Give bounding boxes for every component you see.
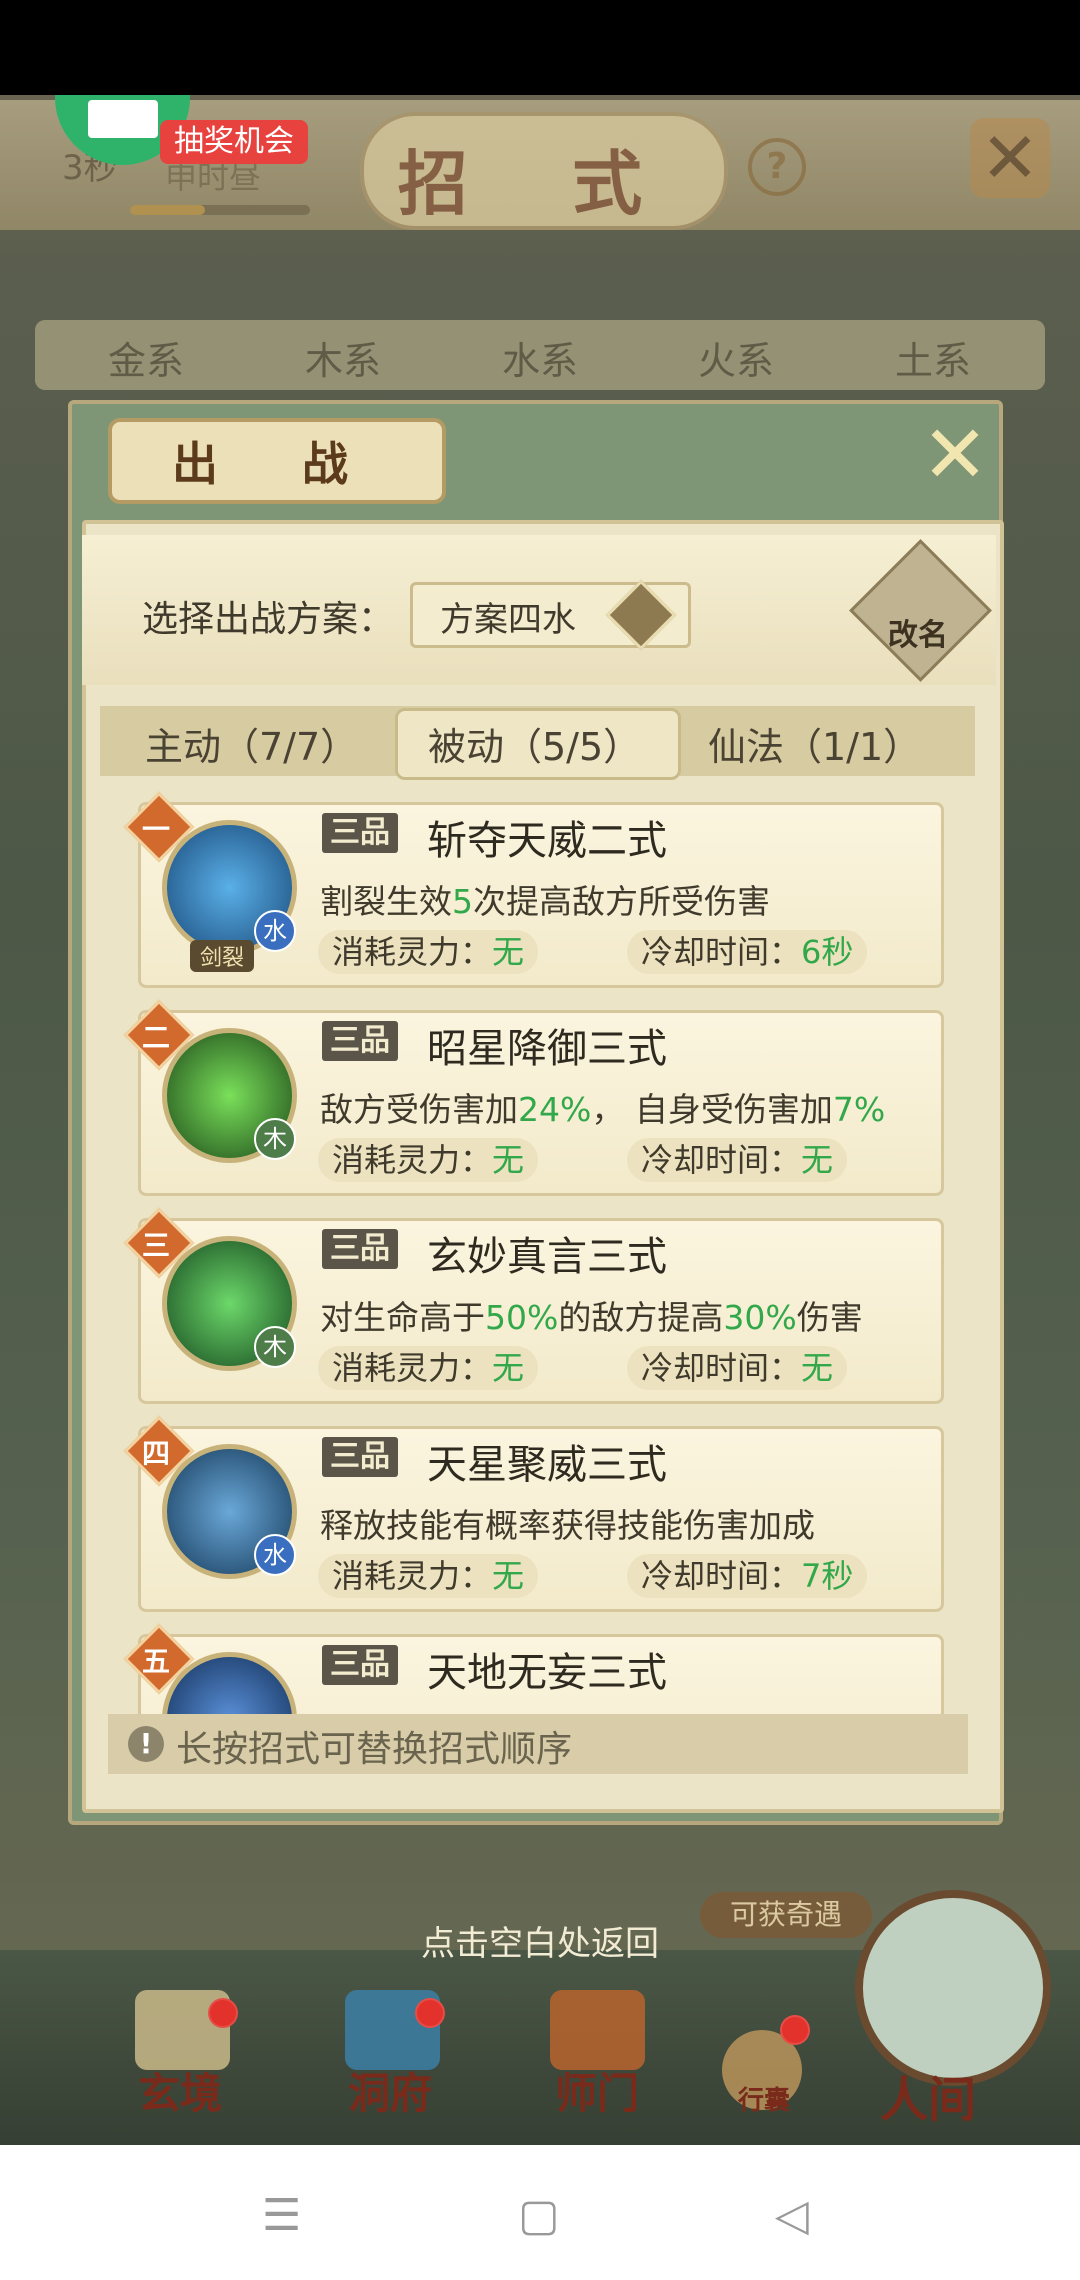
notification-dot	[208, 1998, 238, 2028]
skill-name: 天星聚威三式	[427, 1442, 667, 1488]
plan-label: 选择出战方案：	[142, 599, 395, 640]
grade-tag: 三品	[322, 1437, 398, 1477]
world-icon[interactable]	[855, 1890, 1051, 2086]
element-tab-earth[interactable]: 土系	[895, 330, 971, 385]
skill-desc: 对生命高于50%的敌方提高30%伤害	[320, 1298, 863, 1337]
skill-desc: 释放技能有概率获得技能伤害加成	[320, 1506, 815, 1545]
water-element-badge: 水	[254, 1534, 296, 1576]
skill-name: 玄妙真言三式	[427, 1234, 667, 1280]
banner-icon[interactable]	[550, 1990, 645, 2070]
plan-value[interactable]: 方案四水	[440, 592, 576, 641]
element-tab-water[interactable]: 水系	[502, 330, 578, 385]
time-progress-fill	[130, 205, 205, 215]
rank-number: 二	[141, 1021, 170, 1054]
skill-name: 斩夺天威二式	[427, 818, 667, 864]
status-bar	[0, 0, 1080, 95]
rank-number: 三	[141, 1229, 170, 1262]
help-icon[interactable]: ?	[748, 138, 806, 196]
cost-pill: 消耗灵力：无	[318, 930, 539, 974]
grade-tag: 三品	[322, 813, 398, 853]
water-element-badge: 水	[254, 910, 296, 952]
cooldown-pill: 冷却时间：无	[627, 1138, 848, 1182]
element-tab-metal[interactable]: 金系	[108, 330, 184, 385]
cooldown-pill: 冷却时间：6秒	[627, 930, 868, 974]
notification-dot	[415, 1998, 445, 2028]
nav-item-xuanjing[interactable]: 玄境	[138, 2060, 222, 2121]
element-tab-fire[interactable]: 火系	[698, 330, 774, 385]
rank-number: 四	[141, 1437, 170, 1470]
skill-desc: 敌方受伤害加24%， 自身受伤害加7%	[320, 1090, 886, 1129]
tab-spells[interactable]: 仙法（1/1）	[708, 716, 921, 771]
grade-tag: 三品	[322, 1021, 398, 1061]
rank-number: 一	[141, 813, 170, 846]
skill-desc: 割裂生效5次提高敌方所受伤害	[320, 882, 770, 921]
nav-item-dongfu[interactable]: 洞府	[348, 2060, 432, 2121]
info-icon: !	[128, 1726, 164, 1762]
lottery-badge[interactable]: 抽奖机会	[160, 120, 308, 164]
adventure-badge[interactable]: 可获奇遇	[700, 1892, 873, 1938]
gift-icon	[88, 100, 158, 138]
nav-item-shimen[interactable]: 师门	[555, 2060, 639, 2121]
cooldown-pill: 冷却时间：7秒	[627, 1554, 868, 1598]
nav-item-renjian[interactable]: 人间	[880, 2060, 976, 2130]
grade-tag: 三品	[322, 1645, 398, 1685]
wood-element-badge: 木	[254, 1326, 296, 1368]
cost-pill: 消耗灵力：无	[318, 1346, 539, 1390]
page-title: 招 式	[397, 142, 683, 225]
rank-number: 五	[141, 1645, 170, 1678]
close-icon[interactable]: ✕	[920, 415, 990, 495]
cooldown-pill: 冷却时间：无	[627, 1346, 848, 1390]
skill-name: 昭星降御三式	[427, 1026, 667, 1072]
nav-item-xingnang[interactable]: 行囊	[738, 2080, 790, 2117]
cost-pill: 消耗灵力：无	[318, 1138, 539, 1182]
tab-passive-skills[interactable]: 被动（5/5）	[428, 716, 641, 771]
tab-active-skills[interactable]: 主动（7/7）	[145, 716, 358, 771]
skill-tag: 剑裂	[190, 940, 255, 972]
wood-element-badge: 木	[254, 1118, 296, 1160]
element-tab-wood[interactable]: 木系	[305, 330, 381, 385]
rename-label[interactable]: 改名	[868, 610, 968, 654]
home-icon[interactable]: ▢	[518, 2190, 560, 2241]
cost-pill: 消耗灵力：无	[318, 1554, 539, 1598]
back-icon[interactable]: ◁	[775, 2190, 809, 2241]
modal-title: 出 战	[171, 437, 382, 491]
menu-icon[interactable]: ☰	[262, 2190, 301, 2241]
hint-text: 长按招式可替换招式顺序	[176, 1729, 573, 1770]
notification-dot	[780, 2015, 810, 2045]
skill-list[interactable]: 水 剑裂 一 三品 斩夺天威二式 割裂生效5次提高敌方所受伤害 消耗灵力：无 冷…	[82, 790, 996, 1715]
close-page-button[interactable]: ✕	[970, 118, 1050, 198]
skill-name: 天地无妄三式	[427, 1650, 667, 1696]
grade-tag: 三品	[322, 1229, 398, 1269]
